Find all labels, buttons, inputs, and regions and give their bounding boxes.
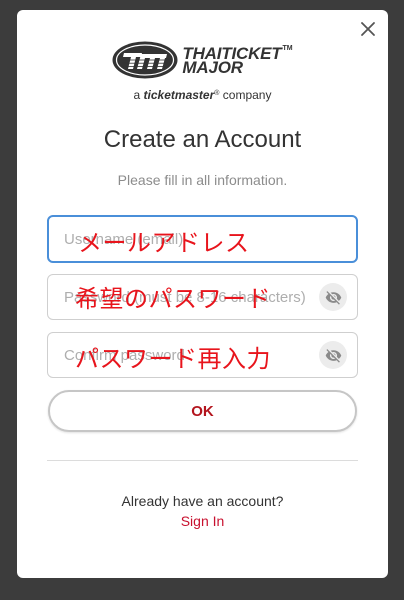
username-input[interactable] — [47, 215, 358, 263]
tagline-brand: ticketmaster — [143, 88, 215, 102]
logo-tagline: a ticketmaster® company — [17, 88, 388, 102]
logo-wordmark: THAITICKETTM MAJOR — [182, 45, 293, 77]
tagline-suffix: company — [222, 88, 272, 102]
close-button[interactable] — [358, 19, 378, 39]
divider — [47, 460, 358, 461]
password-visibility-toggle[interactable] — [319, 283, 347, 311]
dialog-subtitle: Please fill in all information. — [117, 172, 288, 188]
sign-in-row: Sign In — [17, 511, 388, 532]
close-icon — [361, 22, 375, 36]
trademark-mark: TM — [282, 45, 293, 52]
confirm-password-input[interactable] — [47, 332, 358, 378]
tagline-prefix: a — [133, 88, 141, 102]
logo-major-text: MAJOR — [182, 58, 243, 77]
username-field: メールアドレス — [47, 215, 358, 263]
confirm-password-visibility-toggle[interactable] — [319, 341, 347, 369]
create-account-dialog: THAITICKETTM MAJOR a ticketmaster® compa… — [17, 10, 388, 578]
ok-button[interactable]: OK — [48, 390, 357, 432]
password-field: 希望のパスワード — [47, 274, 358, 320]
logo-emblem-icon — [112, 41, 178, 79]
password-input[interactable] — [47, 274, 358, 320]
brand-logo: THAITICKETTM MAJOR — [17, 41, 388, 79]
eye-slash-icon — [325, 290, 341, 305]
eye-slash-icon — [325, 348, 341, 363]
account-prompt: Already have an account? — [121, 493, 284, 509]
registered-mark: ® — [214, 90, 220, 97]
confirm-password-field: パスワード再入力 — [47, 332, 358, 378]
sign-in-link[interactable]: Sign In — [181, 513, 225, 529]
dialog-title: Create an Account — [103, 126, 302, 153]
